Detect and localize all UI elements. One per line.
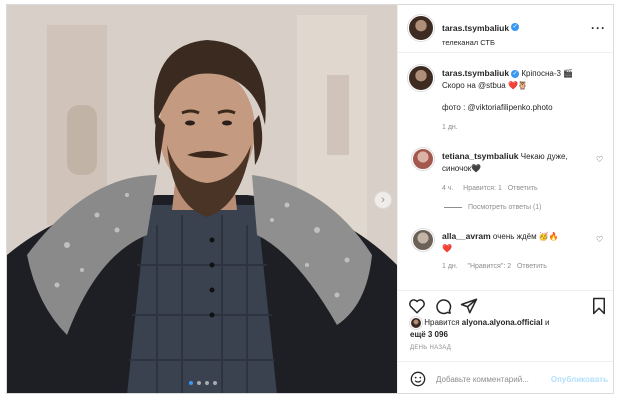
header-subtitle[interactable]: телеканал СТБ [442, 38, 519, 47]
header-username[interactable]: taras.tsymbaliuk [442, 23, 509, 33]
view-replies-label[interactable]: Посмотреть ответы (1) [468, 204, 542, 211]
caption-username[interactable]: taras.tsymbaliuk [442, 68, 509, 78]
post-card: › taras.tsymbaliuk ✓ телеканал СТБ ··· ta… [6, 4, 614, 394]
caption-line1: taras.tsymbaliuk ✓ Кріпосна-3 🎬 [442, 67, 610, 80]
likes-summary: Нравится alyona.alyona.official и ещё 3 … [410, 317, 610, 340]
comment-likes[interactable]: Нравится: 1 [463, 185, 502, 192]
comment-avatar[interactable] [412, 229, 434, 251]
comment-username[interactable]: alla__avram [442, 231, 491, 241]
post-header: taras.tsymbaliuk ✓ телеканал СТБ ··· [398, 5, 613, 53]
comment-reply[interactable]: Ответить [517, 263, 547, 270]
divider [444, 206, 462, 208]
comment-line1: tetiana_tsymbaliuk Чекаю дуже, [442, 150, 592, 163]
send-icon[interactable] [460, 297, 478, 315]
carousel-dot [197, 381, 201, 385]
avatar[interactable] [408, 15, 434, 41]
emoji-icon[interactable] [410, 371, 426, 387]
post-button[interactable]: Опубликовать [551, 375, 608, 384]
carousel-dot [189, 381, 193, 385]
comment-meta: 1 дн. "Нравится": 2 Ответить [442, 263, 592, 270]
caption-time: 1 дн. [442, 124, 458, 131]
likes-count[interactable]: ещё 3 096 [410, 330, 448, 339]
caption: taras.tsymbaliuk ✓ Кріпосна-3 🎬 Скоро на … [442, 67, 610, 131]
comment-username[interactable]: tetiana_tsymbaliuk [442, 151, 519, 161]
heart-icon[interactable] [408, 297, 426, 315]
caption-avatar[interactable] [408, 65, 434, 91]
header-user: taras.tsymbaliuk ✓ телеканал СТБ [442, 18, 520, 47]
comment-reply[interactable]: Ответить [508, 185, 538, 192]
comment-likes[interactable]: "Нравится": 2 [467, 263, 511, 270]
comment-text: Чекаю дуже, [520, 152, 568, 161]
comment-line2: ❤️ [442, 244, 452, 253]
comment-line1: alla__avram очень ждём 🥳🔥 [442, 230, 592, 243]
add-comment-bar: Добавьте комментарий... Опубликовать [398, 361, 613, 393]
carousel-dot [205, 381, 209, 385]
comment-time: 4 ч. [442, 185, 454, 192]
comment-icon[interactable] [434, 297, 452, 315]
comment-meta: 4 ч. Нравится: 1 Ответить [442, 185, 592, 192]
photo-illustration [7, 5, 397, 393]
comment-time: 1 дн. [442, 263, 458, 270]
post-side-panel: taras.tsymbaliuk ✓ телеканал СТБ ··· tara… [397, 5, 613, 393]
caption-line3: фото : @viktoriafilipenko.photo [442, 103, 553, 112]
comment-avatar[interactable] [412, 148, 434, 170]
liker-username[interactable]: alyona.alyona.official [462, 318, 543, 327]
carousel-dots [189, 381, 217, 385]
view-replies[interactable]: Посмотреть ответы (1) [442, 204, 592, 211]
likes-middle: и [544, 318, 550, 328]
post-photo[interactable]: › [7, 5, 397, 393]
comment-text: очень ждём 🥳🔥 [492, 232, 559, 241]
likes-prefix: Нравится [424, 318, 460, 328]
comment-input[interactable]: Добавьте комментарий... [436, 375, 529, 384]
comment-like-heart-icon[interactable]: ♡ [596, 235, 603, 244]
verified-icon: ✓ [511, 22, 520, 31]
post-date: ДЕНЬ НАЗАД [410, 345, 452, 351]
comment-line2: синочок🖤 [442, 164, 482, 173]
liker-avatar[interactable] [410, 317, 422, 329]
verified-icon: ✓ [511, 69, 520, 78]
action-bar [398, 290, 613, 320]
caption-line2: Скоро на @stbua ❤️🦉 [442, 81, 528, 90]
bookmark-icon[interactable] [590, 297, 608, 315]
comment: tetiana_tsymbaliuk Чекаю дуже, синочок🖤 … [442, 150, 592, 211]
carousel-dot [213, 381, 217, 385]
more-options-icon[interactable]: ··· [591, 21, 606, 35]
chevron-right-icon[interactable]: › [374, 191, 392, 209]
comment: alla__avram очень ждём 🥳🔥 ❤️ 1 дн. "Нрав… [442, 230, 592, 270]
comment-like-heart-icon[interactable]: ♡ [596, 155, 603, 164]
caption-text: Кріпосна-3 🎬 [521, 69, 574, 78]
